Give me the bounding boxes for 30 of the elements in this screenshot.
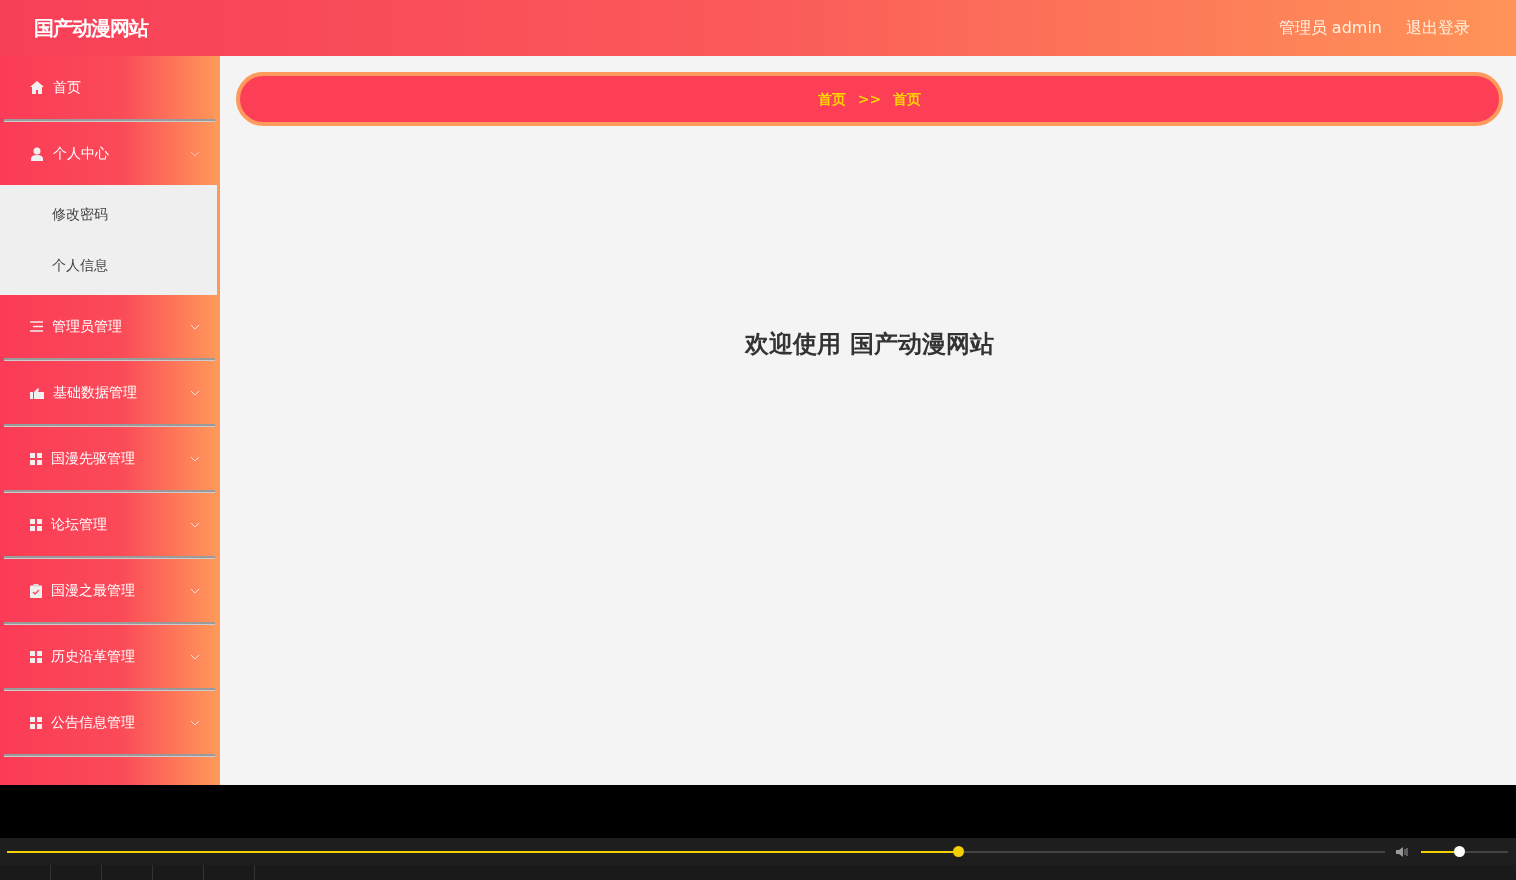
sidebar-item[interactable]: 国漫之最管理 xyxy=(0,559,220,622)
clipboard-icon xyxy=(30,583,42,598)
user-label: 管理员 admin xyxy=(1278,17,1382,39)
list-icon xyxy=(30,321,43,332)
sidebar-item[interactable]: 管理员管理 xyxy=(0,295,220,358)
sidebar-item[interactable]: 基础数据管理 xyxy=(0,361,220,424)
slider-thumb[interactable] xyxy=(952,845,964,857)
breadcrumb-separator: >> xyxy=(857,89,882,109)
grid-icon xyxy=(30,716,42,729)
grid-icon xyxy=(30,650,42,663)
grid-icon xyxy=(30,518,42,531)
home-icon xyxy=(30,81,44,94)
volume-icon[interactable] xyxy=(1395,845,1411,858)
sidebar-item[interactable]: 公告信息管理 xyxy=(0,691,220,754)
logout-link[interactable]: 退出登录 xyxy=(1406,16,1482,40)
breadcrumb-link[interactable]: 首页 xyxy=(893,88,922,110)
sidebar-item[interactable]: 历史沿革管理 xyxy=(0,625,220,688)
submenu-item[interactable]: 修改密码 xyxy=(0,189,217,240)
breadcrumb-link[interactable]: 首页 xyxy=(817,88,846,110)
grid-icon xyxy=(30,452,42,465)
site-title: 国产动漫网站 xyxy=(34,15,148,42)
sidebar-item[interactable]: 国漫先驱管理 xyxy=(0,427,220,490)
sidebar-item[interactable]: 首页 xyxy=(0,56,220,119)
sidebar-item[interactable]: 个人中心 xyxy=(0,122,220,185)
welcome-heading: 欢迎使用 国产动漫网站 xyxy=(745,330,994,358)
hand-icon xyxy=(30,386,44,399)
submenu-item[interactable]: 个人信息 xyxy=(0,240,217,291)
user-icon xyxy=(30,146,44,161)
slider-thumb[interactable] xyxy=(1454,845,1466,857)
sidebar-item[interactable]: 论坛管理 xyxy=(0,493,220,556)
